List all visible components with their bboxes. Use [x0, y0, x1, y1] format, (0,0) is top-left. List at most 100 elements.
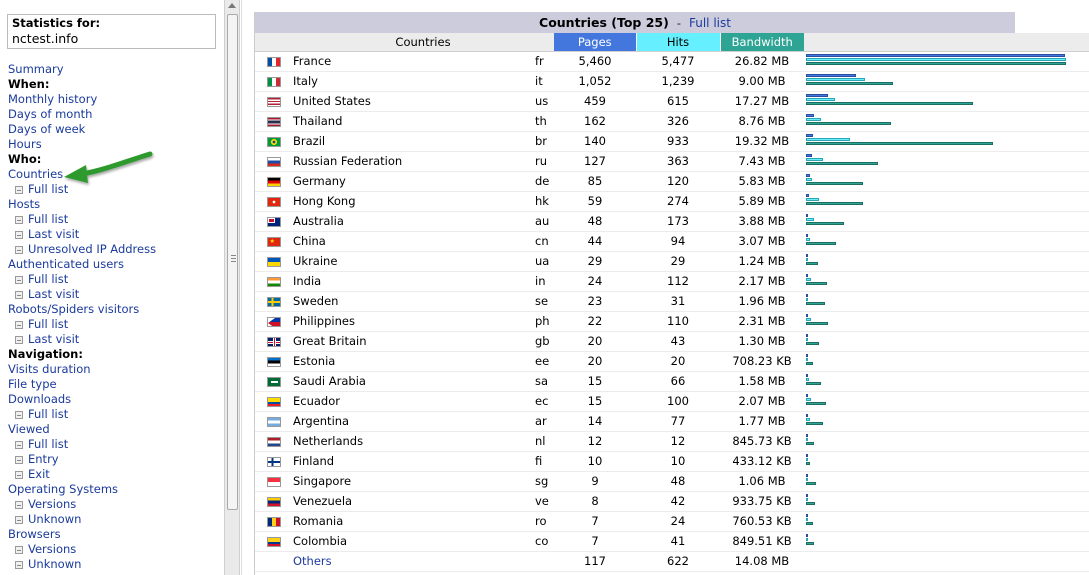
menu-browsers-versions[interactable]: Versions	[8, 542, 220, 557]
flag-cell	[255, 91, 292, 112]
scrollbar-thumb[interactable]	[227, 14, 238, 510]
left-frame-scrollbar[interactable]	[224, 0, 240, 575]
bandwidth-value: 760.53 KB	[720, 511, 804, 532]
submenu-bullet-icon	[15, 246, 23, 254]
flag-cell	[255, 291, 292, 312]
country-code: ua	[525, 251, 554, 272]
menu-hosts-last-visit[interactable]: Last visit	[8, 227, 220, 242]
menu-downloads[interactable]: Downloads	[8, 392, 220, 407]
bandwidth-bar	[806, 102, 973, 105]
pages-bar	[806, 94, 828, 97]
pages-value: 14	[554, 411, 636, 432]
bandwidth-value: 708.23 KB	[720, 351, 804, 372]
menu-robots-last-visit[interactable]: Last visit	[8, 332, 220, 347]
table-row: Australia au 48 173 3.88 MB	[255, 211, 1089, 232]
submenu-bullet-icon	[15, 411, 23, 419]
menu-label: Authenticated users	[8, 257, 125, 271]
menu-browsers[interactable]: Browsers	[8, 527, 220, 542]
hits-bar	[806, 178, 812, 181]
bandwidth-value: 19.32 MB	[720, 131, 804, 152]
full-list-link[interactable]: Full list	[689, 16, 731, 30]
bandwidth-bar	[806, 362, 813, 365]
submenu-bullet-icon	[15, 216, 23, 224]
hits-bar	[806, 538, 808, 541]
graph-cell	[804, 291, 1089, 312]
menu-label: Full list	[28, 407, 69, 421]
country-name: Finland	[292, 451, 525, 472]
menu-hosts[interactable]: Hosts	[8, 197, 220, 212]
bandwidth-bar	[806, 282, 827, 285]
table-row: Ecuador ec 15 100 2.07 MB	[255, 391, 1089, 412]
bandwidth-value: 1.58 MB	[720, 371, 804, 392]
country-name: China	[292, 231, 525, 252]
bandwidth-value: 1.96 MB	[720, 291, 804, 312]
pages-value: 140	[554, 131, 636, 152]
graph-cell	[804, 451, 1089, 472]
scroll-up-arrow-icon[interactable]	[228, 3, 236, 8]
menu-label: Countries	[8, 167, 64, 181]
others-hits: 622	[636, 551, 720, 572]
flag-cell	[255, 331, 292, 352]
menu-viewed-full-list[interactable]: Full list	[8, 437, 220, 452]
hits-bar	[806, 98, 835, 101]
menu-downloads-full-list[interactable]: Full list	[8, 407, 220, 422]
country-name: Italy	[292, 71, 525, 92]
menu-file-type[interactable]: File type	[8, 377, 220, 392]
menu-hosts-full-list[interactable]: Full list	[8, 212, 220, 227]
menu-label: Versions	[28, 497, 77, 511]
menu-hosts-unresolved-ip[interactable]: Unresolved IP Address	[8, 242, 220, 257]
hits-value: 43	[636, 331, 720, 352]
table-header-row: Countries Pages Hits Bandwidth	[255, 33, 1089, 52]
hits-value: 120	[636, 171, 720, 192]
menu-label: Visits duration	[8, 362, 91, 376]
flag-cell	[255, 351, 292, 372]
country-code: th	[525, 111, 554, 132]
menu-label: Hosts	[8, 197, 41, 211]
flag-cell	[255, 491, 292, 512]
menu-auth-last-visit[interactable]: Last visit	[8, 287, 220, 302]
flag-ar-icon	[266, 416, 281, 427]
menu-viewed-entry[interactable]: Entry	[8, 452, 220, 467]
menu-visits-duration[interactable]: Visits duration	[8, 362, 220, 377]
graph-cell	[804, 411, 1089, 432]
menu-days-of-week[interactable]: Days of week	[8, 122, 220, 137]
menu-browsers-unknown[interactable]: Unknown	[8, 557, 220, 572]
menu-days-of-month[interactable]: Days of month	[8, 107, 220, 122]
country-name: Singapore	[292, 471, 525, 492]
pages-value: 20	[554, 351, 636, 372]
menu-robots[interactable]: Robots/Spiders visitors	[8, 302, 220, 317]
country-code: cn	[525, 231, 554, 252]
country-name: Australia	[292, 211, 525, 232]
menu-monthly-history[interactable]: Monthly history	[8, 92, 220, 107]
menu-os-unknown[interactable]: Unknown	[8, 512, 220, 527]
pages-bar	[806, 434, 808, 437]
menu-operating-systems[interactable]: Operating Systems	[8, 482, 220, 497]
hits-bar	[806, 358, 808, 361]
graph-cell	[804, 131, 1089, 152]
country-code: sg	[525, 471, 554, 492]
flag-gb-icon	[266, 336, 281, 347]
menu-auth-full-list[interactable]: Full list	[8, 272, 220, 287]
menu-label: Last visit	[28, 287, 80, 301]
submenu-bullet-icon	[15, 291, 23, 299]
menu-label: Downloads	[8, 392, 72, 406]
graph-cell	[804, 251, 1089, 272]
menu-summary[interactable]: Summary	[8, 62, 220, 77]
menu-os-versions[interactable]: Versions	[8, 497, 220, 512]
pages-value: 5,460	[554, 51, 636, 72]
menu-robots-full-list[interactable]: Full list	[8, 317, 220, 332]
pages-bar	[806, 494, 808, 497]
menu-authenticated-users[interactable]: Authenticated users	[8, 257, 220, 272]
hits-value: 77	[636, 411, 720, 432]
flag-us-icon	[266, 96, 281, 107]
flag-cell	[255, 511, 292, 532]
pages-bar	[806, 214, 808, 217]
frame-divider[interactable]	[241, 0, 242, 575]
menu-viewed-exit[interactable]: Exit	[8, 467, 220, 482]
country-name: Colombia	[292, 531, 525, 552]
flag-fi-icon	[266, 456, 281, 467]
hits-value: 12	[636, 431, 720, 452]
menu-label: Viewed	[8, 422, 50, 436]
menu-viewed[interactable]: Viewed	[8, 422, 220, 437]
flag-cn-icon: ★	[266, 236, 281, 247]
